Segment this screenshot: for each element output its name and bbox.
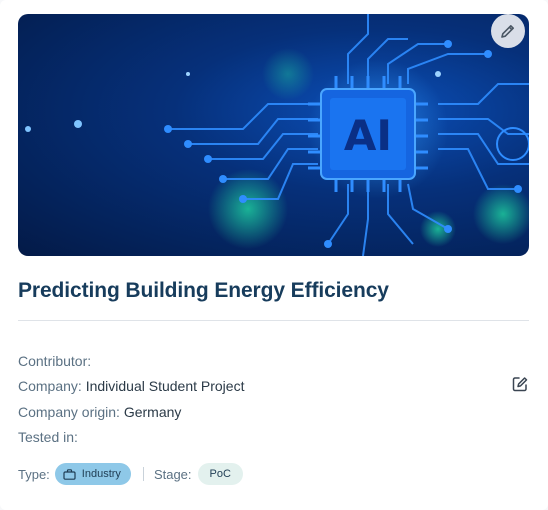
type-chip-label: Industry xyxy=(81,468,121,480)
contributor-label: Contributor: xyxy=(18,353,92,369)
stage-chip[interactable]: PoC xyxy=(197,463,243,485)
contributor-row: Contributor: xyxy=(18,353,91,369)
divider xyxy=(18,320,529,321)
hero-image: AI xyxy=(18,14,529,256)
type-chip[interactable]: Industry xyxy=(54,463,131,485)
circuit-illustration: AI xyxy=(25,14,529,256)
project-title: Predicting Building Energy Efficiency xyxy=(18,279,389,302)
edit-image-button[interactable] xyxy=(491,14,525,48)
tags-row: Type: Industry Stage: PoC xyxy=(18,462,243,486)
project-card: AI Predicting Building Energy Efficiency… xyxy=(0,0,548,510)
tested-in-label: Tested in: xyxy=(18,429,78,445)
company-origin-value: Germany xyxy=(123,404,182,420)
hero-chip-text: AI xyxy=(344,111,392,160)
stage-label: Stage: xyxy=(153,466,192,482)
edit-details-button[interactable] xyxy=(511,375,529,393)
company-origin-row: Company origin: Germany xyxy=(18,404,181,420)
company-origin-label: Company origin: xyxy=(18,404,120,420)
tested-in-row: Tested in: xyxy=(18,429,78,445)
pencil-icon xyxy=(501,25,514,38)
tag-separator xyxy=(142,467,144,481)
company-label: Company: xyxy=(18,378,82,394)
company-value: Individual Student Project xyxy=(85,378,245,394)
briefcase-icon xyxy=(63,468,76,480)
edit-icon xyxy=(512,377,528,392)
stage-chip-label: PoC xyxy=(209,468,231,480)
company-row: Company: Individual Student Project xyxy=(18,378,244,394)
type-label: Type: xyxy=(18,466,50,482)
